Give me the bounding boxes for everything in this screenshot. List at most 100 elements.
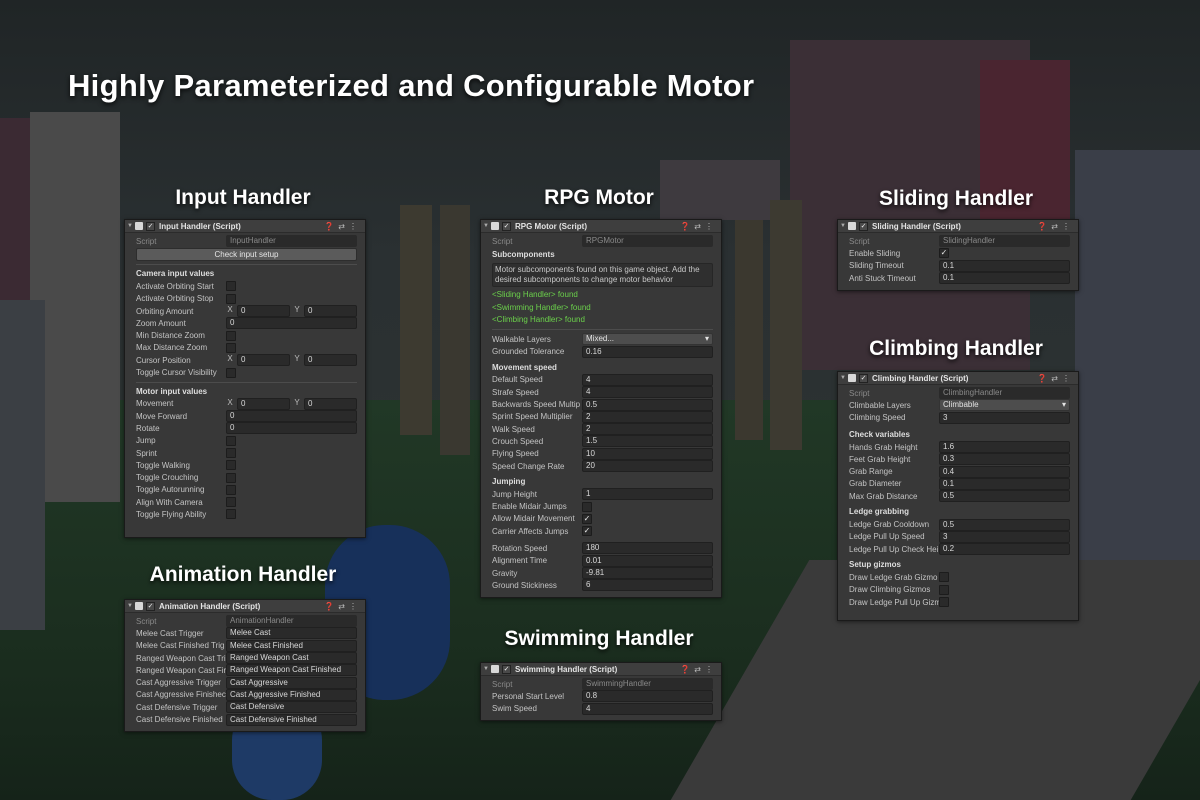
jump-field[interactable] bbox=[226, 435, 236, 446]
help-icon[interactable]: ❓ bbox=[324, 222, 338, 231]
personal-start-level-field[interactable]: 0.8 bbox=[582, 690, 713, 703]
foldout-triangle-icon[interactable]: ▼ bbox=[127, 603, 135, 609]
melee-cast-trigger-field[interactable]: Melee Cast bbox=[226, 627, 357, 640]
kebab-menu-icon[interactable]: ⋮ bbox=[705, 222, 717, 231]
ledge-pull-up-check-height-field[interactable]: 0.2 bbox=[939, 543, 1070, 556]
cursor-position-x-field[interactable]: 0 bbox=[237, 354, 290, 367]
rotation-speed-field[interactable]: 180 bbox=[582, 542, 713, 555]
preset-icon[interactable]: ⇄ bbox=[1051, 222, 1062, 231]
cursor-position-y-field[interactable]: 0 bbox=[304, 354, 357, 367]
max-distance-zoom-field[interactable] bbox=[226, 342, 236, 353]
cast-aggressive-finished-field[interactable]: Cast Aggressive Finished bbox=[226, 688, 357, 701]
script-field[interactable]: SlidingHandler bbox=[939, 235, 1070, 248]
feet-grab-height-field[interactable]: 0.3 bbox=[939, 453, 1070, 466]
component-header[interactable]: ▼ ✓ Swimming Handler (Script) ❓⇄⋮ bbox=[481, 663, 721, 676]
component-enabled-checkbox[interactable]: ✓ bbox=[859, 373, 868, 383]
help-icon[interactable]: ❓ bbox=[1037, 222, 1051, 231]
component-enabled-checkbox[interactable]: ✓ bbox=[502, 664, 511, 674]
strafe-speed-field[interactable]: 4 bbox=[582, 386, 713, 399]
preset-icon[interactable]: ⇄ bbox=[338, 602, 349, 611]
foldout-triangle-icon[interactable]: ▼ bbox=[840, 223, 848, 229]
grounded-tolerance-field[interactable]: 0.16 bbox=[582, 345, 713, 358]
script-field[interactable]: ClimbingHandler bbox=[939, 387, 1070, 400]
help-icon[interactable]: ❓ bbox=[1037, 374, 1051, 383]
kebab-menu-icon[interactable]: ⋮ bbox=[349, 602, 361, 611]
grab-range-field[interactable]: 0.4 bbox=[939, 465, 1070, 478]
foldout-triangle-icon[interactable]: ▼ bbox=[840, 375, 848, 381]
anti-stuck-timeout-field[interactable]: 0.1 bbox=[939, 272, 1070, 285]
orbiting-amount-y-field[interactable]: 0 bbox=[304, 305, 357, 318]
sprint-speed-field[interactable]: 2 bbox=[582, 410, 713, 423]
draw-ledge-pull-up-gizmo-checkbox[interactable] bbox=[939, 597, 949, 607]
ranged-weapon-cast-finished-field[interactable]: Ranged Weapon Cast Finished bbox=[226, 664, 357, 677]
help-icon[interactable]: ❓ bbox=[324, 602, 338, 611]
component-header[interactable]: ▼ ✓ Input Handler (Script) ❓⇄⋮ bbox=[125, 220, 365, 233]
speed-change-rate-field[interactable]: 20 bbox=[582, 460, 713, 472]
component-enabled-checkbox[interactable]: ✓ bbox=[859, 221, 868, 231]
ground-stickiness-field[interactable]: 6 bbox=[582, 579, 713, 592]
preset-icon[interactable]: ⇄ bbox=[694, 222, 705, 231]
preset-icon[interactable]: ⇄ bbox=[1051, 374, 1062, 383]
toggle-autorunning-field[interactable] bbox=[226, 484, 236, 495]
activate-orbiting-start-field[interactable] bbox=[226, 281, 236, 292]
kebab-menu-icon[interactable]: ⋮ bbox=[1062, 222, 1074, 231]
gravity-field[interactable]: -9.81 bbox=[582, 567, 713, 580]
help-icon[interactable]: ❓ bbox=[680, 665, 694, 674]
swim-speed-field[interactable]: 4 bbox=[582, 702, 713, 715]
min-distance-zoom-field[interactable] bbox=[226, 330, 236, 341]
check-input-setup-button[interactable]: Check input setup bbox=[136, 248, 357, 262]
cast-defensive-finished-field[interactable]: Cast Defensive Finished bbox=[226, 713, 357, 726]
draw-climbing-gizmos-checkbox[interactable] bbox=[939, 584, 949, 595]
walk-speed-field[interactable]: 2 bbox=[582, 423, 713, 436]
movement-y-field[interactable]: 0 bbox=[304, 397, 357, 410]
toggle-walking-field[interactable] bbox=[226, 460, 236, 471]
component-header[interactable]: ▼ ✓ Sliding Handler (Script) ❓⇄⋮ bbox=[838, 220, 1078, 233]
component-enabled-checkbox[interactable]: ✓ bbox=[502, 221, 511, 231]
rotate-field[interactable]: 0 bbox=[226, 422, 357, 435]
climbing-speed-field[interactable]: 3 bbox=[939, 411, 1070, 424]
foldout-triangle-icon[interactable]: ▼ bbox=[127, 223, 135, 229]
kebab-menu-icon[interactable]: ⋮ bbox=[349, 222, 361, 231]
component-enabled-checkbox[interactable]: ✓ bbox=[146, 601, 155, 611]
melee-cast-finished-field[interactable]: Melee Cast Finished bbox=[226, 639, 357, 652]
foldout-motor-input-values[interactable]: Motor input values bbox=[136, 386, 357, 398]
sliding-timeout-field[interactable]: 0.1 bbox=[939, 259, 1070, 272]
cast-defensive-field[interactable]: Cast Defensive bbox=[226, 701, 357, 714]
toggle-cursor-visibility-field[interactable] bbox=[226, 367, 236, 378]
preset-icon[interactable]: ⇄ bbox=[694, 665, 705, 674]
crouch-speed-field[interactable]: 1.5 bbox=[582, 435, 713, 448]
toggle-crouching-field[interactable] bbox=[226, 472, 236, 483]
grab-diameter-field[interactable]: 0.1 bbox=[939, 477, 1070, 490]
move-forward-field[interactable]: 0 bbox=[226, 410, 357, 423]
component-header[interactable]: ▼ ✓ Animation Handler (Script) ❓⇄⋮ bbox=[125, 600, 365, 613]
enable-midair-jumps-checkbox[interactable] bbox=[582, 501, 592, 512]
climbable-layers-dropdown[interactable]: Climbable ▾ bbox=[939, 399, 1070, 412]
activate-orbiting-stop-field[interactable] bbox=[226, 293, 236, 304]
align-with-camera-field[interactable] bbox=[226, 497, 236, 508]
script-field[interactable]: SwimmingHandler bbox=[582, 678, 713, 691]
sprint-field[interactable] bbox=[226, 448, 236, 458]
default-speed-field[interactable]: 4 bbox=[582, 373, 713, 386]
script-field[interactable]: InputHandler bbox=[226, 235, 357, 248]
script-field[interactable]: AnimationHandler bbox=[226, 615, 357, 628]
zoom-amount-field[interactable]: 0 bbox=[226, 317, 357, 330]
ledge-pull-up-speed-field[interactable]: 3 bbox=[939, 530, 1070, 543]
component-enabled-checkbox[interactable]: ✓ bbox=[146, 221, 155, 231]
foldout-triangle-icon[interactable]: ▼ bbox=[483, 223, 491, 229]
flying-speed-field[interactable]: 10 bbox=[582, 447, 713, 460]
help-icon[interactable]: ❓ bbox=[680, 222, 694, 231]
hands-grab-height-field[interactable]: 1.6 bbox=[939, 441, 1070, 454]
toggle-flying-ability-field[interactable] bbox=[226, 509, 236, 520]
ledge-grab-cooldown-field[interactable]: 0.5 bbox=[939, 518, 1070, 531]
draw-ledge-grab-gizmo-checkbox[interactable] bbox=[939, 572, 949, 583]
walkable-layers-dropdown[interactable]: Mixed... ▾ bbox=[582, 333, 713, 346]
allow-midair-movement-checkbox[interactable]: ✓ bbox=[582, 513, 592, 524]
jump-height-field[interactable]: 1 bbox=[582, 488, 713, 501]
preset-icon[interactable]: ⇄ bbox=[338, 222, 349, 231]
backwards-speed-field[interactable]: 0.5 bbox=[582, 398, 713, 411]
foldout-triangle-icon[interactable]: ▼ bbox=[483, 666, 491, 672]
component-header[interactable]: ▼ ✓ Climbing Handler (Script) ❓⇄⋮ bbox=[838, 372, 1078, 385]
kebab-menu-icon[interactable]: ⋮ bbox=[705, 665, 717, 674]
script-field[interactable]: RPGMotor bbox=[582, 235, 713, 248]
component-header[interactable]: ▼ ✓ RPG Motor (Script) ❓⇄⋮ bbox=[481, 220, 721, 233]
